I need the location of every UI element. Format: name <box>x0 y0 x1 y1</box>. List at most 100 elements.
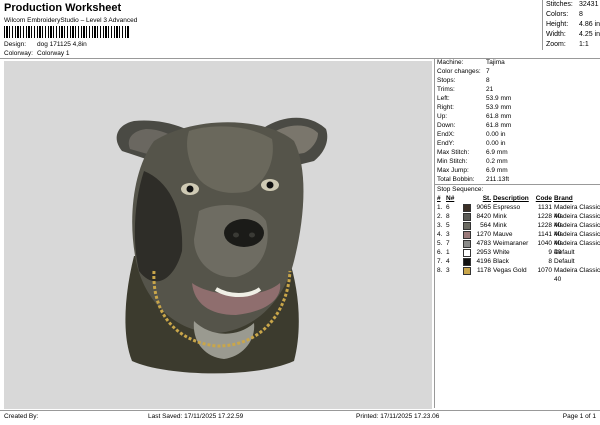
stat-width: Width: 4.25 in <box>546 31 600 38</box>
created-by: Created By: <box>4 413 39 420</box>
needle-number: 5 <box>446 222 450 229</box>
header-hash: # <box>437 195 441 202</box>
dog-embroidery-image <box>116 117 328 374</box>
thread-brand: Madeira Classic 40 <box>554 222 600 238</box>
info-trims: Trims: 21 <box>437 86 494 93</box>
color-swatch-cell <box>463 203 472 212</box>
stitch-count: 4783 <box>476 240 491 247</box>
page-title: Production Worksheet <box>4 2 122 14</box>
thread-code: 9 <box>548 249 552 256</box>
stitch-count: 8420 <box>476 213 491 220</box>
header-code: Code <box>535 195 552 202</box>
stop-rows: 1. 6 9065 Espresso 1131 Madeira Classic 40 2. 8… <box>435 203 600 283</box>
stop-row: 6. 1 2953 White 9 Default <box>435 248 600 257</box>
footer: Created By: Last Saved: 17/11/2025 17.22… <box>0 410 600 425</box>
design-label: Design: <box>4 41 27 48</box>
thread-brand: Madeira Classic 40 <box>554 204 600 220</box>
needle-number: 8 <box>446 213 450 220</box>
stats-box: Stitches: 32431 Colors: 8 Height: 4.86 in W… <box>542 0 600 50</box>
stop-index: 2. <box>437 213 443 220</box>
header-needle: N# <box>446 195 455 202</box>
colorway-label: Colorway: <box>4 50 33 57</box>
thread-brand: Default <box>554 249 575 256</box>
header-description: Description <box>493 195 529 202</box>
info-stops: Stops: 8 <box>437 77 490 84</box>
thread-description: White <box>493 249 510 256</box>
color-swatch-cell <box>463 230 472 239</box>
stop-index: 8. <box>437 267 443 274</box>
info-panel: Machine: Tajima Color changes: 7 Stops: 8 T… <box>434 58 600 408</box>
stop-row: 2. 8 8420 Mink 1228 Madeira Classic 40 <box>435 212 600 229</box>
stat-colors: Colors: 8 <box>546 11 583 18</box>
color-swatch <box>463 212 471 221</box>
thread-code: 1040 <box>537 240 552 247</box>
stop-row: 1. 6 9065 Espresso 1131 Madeira Classic 40 <box>435 203 600 220</box>
thread-description: Mink <box>493 222 507 229</box>
info-min-stitch: Min Stitch: 0.2 mm <box>437 158 508 165</box>
design-row: Design: dog 171125 4,8in <box>4 41 87 48</box>
thread-code: 1228 <box>537 213 552 220</box>
info-down: Down: 61.8 mm <box>437 122 512 129</box>
stitch-count: 1178 <box>477 267 491 274</box>
needle-number: 3 <box>446 231 450 238</box>
stop-sequence-title: Stop Sequence: <box>437 186 484 193</box>
color-swatch <box>463 230 471 239</box>
thread-description: Mauve <box>493 231 513 238</box>
info-color-changes: Color changes: 7 <box>437 68 490 75</box>
thread-description: Mink <box>493 213 507 220</box>
thread-brand: Default <box>554 258 575 265</box>
printed: Printed: 17/11/2025 17.23.06 <box>356 413 440 420</box>
info-total-bobbin: Total Bobbin: 211.13ft <box>437 176 510 183</box>
needle-number: 4 <box>446 258 450 265</box>
thread-code: 1228 <box>537 222 552 229</box>
stitch-count: 1270 <box>476 231 491 238</box>
stop-sequence-header: # N# St. Description Code Brand <box>435 194 600 203</box>
right-pupil <box>266 181 274 189</box>
stop-index: 1. <box>437 204 443 211</box>
thread-brand: Madeira Classic 40 <box>554 240 600 256</box>
info-right: Right: 53.9 mm <box>437 104 512 111</box>
stat-stitches: Stitches: 32431 <box>546 1 599 8</box>
colorway-row: Colorway: Colorway 1 <box>4 50 70 57</box>
info-up: Up: 61.8 mm <box>437 113 512 120</box>
nostril-right <box>249 232 255 238</box>
stop-index: 3. <box>437 222 443 229</box>
thread-description: Weimaraner <box>493 240 529 247</box>
stop-row: 3. 5 564 Mink 1228 Madeira Classic 40 <box>435 221 600 238</box>
header-brand: Brand <box>554 195 573 202</box>
design-preview <box>4 61 432 409</box>
page-number: Page 1 of 1 <box>562 413 596 420</box>
color-swatch-cell <box>463 239 472 248</box>
thread-brand: Madeira Classic 40 <box>554 231 600 247</box>
stop-index: 7. <box>437 258 443 265</box>
thread-description: Vegas Gold <box>493 267 527 274</box>
barcode <box>4 26 130 38</box>
stop-index: 5. <box>437 240 443 247</box>
needle-number: 7 <box>446 240 450 247</box>
stitch-count: 564 <box>480 222 491 229</box>
needle-number: 1 <box>446 249 450 256</box>
color-swatch-cell <box>463 212 472 221</box>
stitch-count: 9065 <box>476 204 491 211</box>
info-endx: EndX: 0.00 in <box>437 131 506 138</box>
stitch-count: 2953 <box>476 249 491 256</box>
left-pupil <box>186 185 194 193</box>
last-saved: Last Saved: 17/11/2025 17.22.59 <box>148 413 244 420</box>
color-swatch-cell <box>463 221 472 230</box>
thread-brand: Madeira Classic 40 <box>554 267 600 283</box>
thread-description: Black <box>493 258 509 265</box>
stop-sequence: Stop Sequence: # N# St. Description Code… <box>435 185 600 283</box>
color-swatch-cell <box>463 257 472 266</box>
stitch-count: 4196 <box>476 258 491 265</box>
stat-height: Height: 4.86 in <box>546 21 600 28</box>
stop-row: 5. 7 4783 Weimaraner 1040 Madeira Classic 40 <box>435 239 600 256</box>
stop-row: 4. 3 1270 Mauve 1141 Madeira Classic 40 <box>435 230 600 247</box>
info-left: Left: 53.9 mm <box>437 95 512 102</box>
info-machine: Machine: Tajima <box>437 59 505 66</box>
thread-description: Espresso <box>493 204 521 211</box>
color-swatch <box>463 203 471 212</box>
stat-zoom: Zoom: 1:1 <box>546 41 589 48</box>
thread-code: 1070 <box>537 267 552 274</box>
stop-row: 7. 4 4196 Black 8 Default <box>435 257 600 266</box>
software-subtitle: Wilcom EmbroideryStudio – Level 3 Advanc… <box>4 17 138 24</box>
